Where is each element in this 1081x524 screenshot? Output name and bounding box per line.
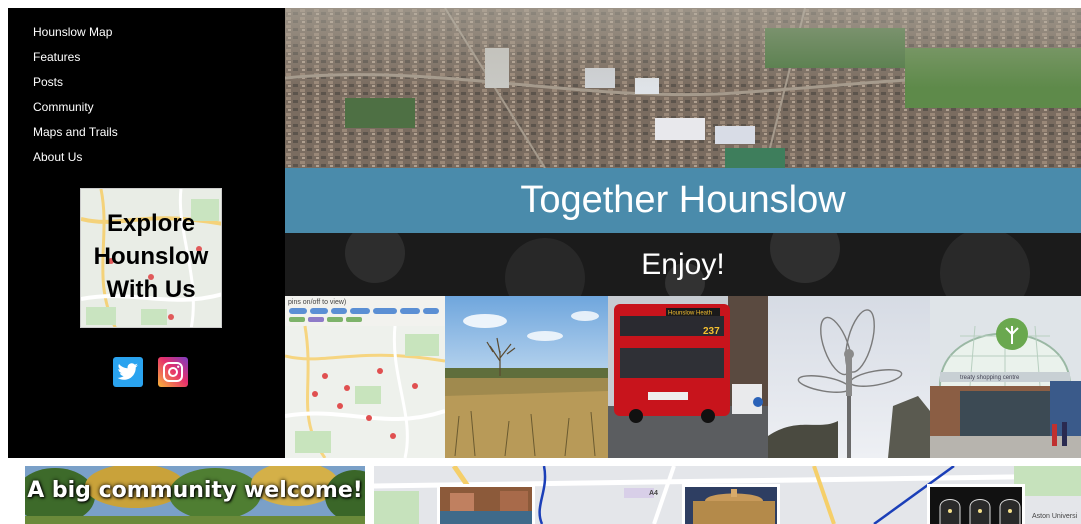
- title-banner: Together Hounslow: [285, 168, 1081, 233]
- promo-line-2: Hounslow: [93, 243, 209, 270]
- feature-thumbnail-1[interactable]: [437, 484, 535, 524]
- shopping-centre-tile[interactable]: treaty shopping centre: [930, 296, 1081, 458]
- map-tile-header: pins on/off to view): [288, 299, 347, 306]
- palace-image: [685, 487, 777, 524]
- promo-line-1: Explore: [106, 210, 196, 237]
- main-nav: Hounslow Map Features Posts Community Ma…: [33, 25, 118, 175]
- enjoy-heading: Enjoy!: [641, 247, 725, 281]
- nav-features[interactable]: Features: [33, 50, 118, 75]
- canal-image: [440, 487, 532, 524]
- promo-line-3: With Us: [106, 276, 196, 303]
- feature-thumbnail-2[interactable]: [682, 484, 780, 524]
- community-welcome-card[interactable]: A big community welcome!: [25, 466, 365, 524]
- map-preview-tile[interactable]: pins on/off to view): [285, 296, 445, 458]
- hero-aerial-photo: [285, 8, 1081, 168]
- explore-hounslow-promo[interactable]: Explore Hounslow With Us: [80, 188, 222, 328]
- map-preview-image: [285, 308, 445, 458]
- bus-image: Hounslow Heath 237: [608, 296, 768, 458]
- welcome-heading: A big community welcome!: [27, 478, 363, 503]
- sidebar: Hounslow Map Features Posts Community Ma…: [8, 8, 285, 458]
- red-bus-photo-tile[interactable]: Hounslow Heath 237: [608, 296, 768, 458]
- dragonfly-sculpture-tile[interactable]: [768, 296, 930, 458]
- bus-destination-sign: Hounslow Heath: [668, 311, 712, 317]
- night-building-image: [930, 487, 1022, 524]
- site-title: Together Hounslow: [520, 179, 846, 221]
- promo-text: Explore Hounslow With Us: [81, 207, 221, 306]
- enjoy-strip: Enjoy!: [285, 233, 1081, 296]
- nav-community[interactable]: Community: [33, 100, 118, 125]
- road-label-a4: A4: [649, 490, 658, 497]
- shopping-centre-image: treaty shopping centre: [930, 296, 1081, 458]
- bus-route-number: 237: [703, 326, 720, 337]
- nav-posts[interactable]: Posts: [33, 75, 118, 100]
- nav-hounslow-map[interactable]: Hounslow Map: [33, 25, 118, 50]
- shopping-centre-sign: treaty shopping centre: [960, 375, 1020, 381]
- instagram-link[interactable]: [158, 357, 188, 387]
- twitter-icon: [117, 363, 138, 380]
- page: Hounslow Map Features Posts Community Ma…: [0, 0, 1081, 524]
- instagram-icon: [163, 362, 183, 382]
- aerial-city-image: [285, 8, 1081, 168]
- map-features-card[interactable]: A4 Aston Universi: [374, 466, 1081, 524]
- heathland-image: [445, 296, 608, 458]
- area-label-aston: Aston Universi: [1032, 513, 1078, 520]
- nav-about-us[interactable]: About Us: [33, 150, 118, 175]
- twitter-link[interactable]: [113, 357, 143, 387]
- nav-maps-and-trails[interactable]: Maps and Trails: [33, 125, 118, 150]
- heathland-photo-tile[interactable]: [445, 296, 608, 458]
- dragonfly-sculpture-image: [768, 296, 930, 458]
- feature-thumbnail-3[interactable]: [927, 484, 1025, 524]
